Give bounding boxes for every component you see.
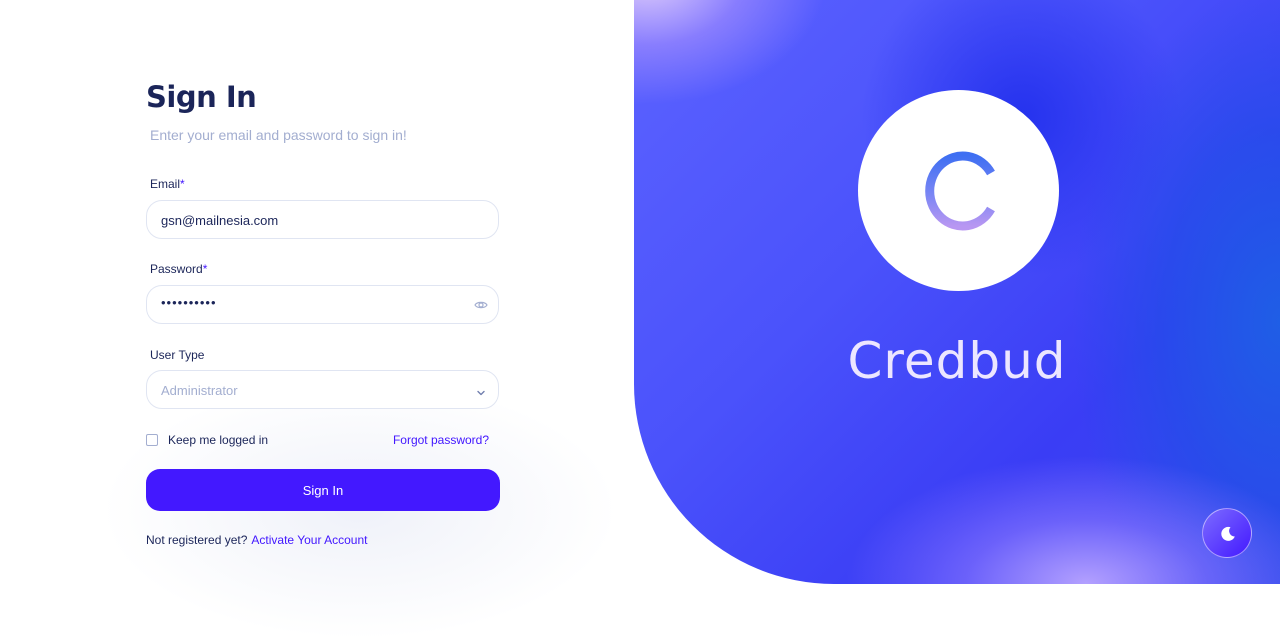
chevron-down-icon [476, 385, 486, 396]
email-label-text: Email [150, 177, 181, 191]
forgot-password-link[interactable]: Forgot password? [393, 433, 489, 447]
theme-toggle-button[interactable] [1202, 508, 1252, 558]
user-type-label: User Type [150, 348, 205, 362]
moon-icon [1221, 526, 1235, 541]
password-label-text: Password [150, 262, 203, 276]
brand-logo [858, 90, 1059, 291]
user-type-select[interactable]: Administrator [146, 370, 499, 409]
required-mark: * [202, 262, 208, 276]
keep-logged-in-checkbox[interactable] [146, 434, 158, 446]
user-type-value: Administrator [161, 383, 238, 398]
keep-logged-in[interactable]: Keep me logged in [146, 433, 268, 447]
register-prompt: Not registered yet? Activate Your Account [146, 533, 367, 547]
eye-icon[interactable] [474, 298, 488, 312]
sign-in-panel: Sign In Enter your email and password to… [0, 0, 634, 640]
email-field[interactable]: gsn@mailnesia.com [146, 200, 499, 239]
keep-logged-in-label[interactable]: Keep me logged in [168, 433, 268, 447]
password-field[interactable]: •••••••••• [146, 285, 499, 324]
password-label: Password* [150, 262, 207, 276]
brand-panel: Credbud [634, 0, 1280, 584]
email-label: Email* [150, 177, 185, 191]
page-subtitle: Enter your email and password to sign in… [150, 127, 407, 143]
sign-in-button[interactable]: Sign In [146, 469, 500, 511]
password-value[interactable]: •••••••••• [161, 295, 217, 310]
email-value[interactable]: gsn@mailnesia.com [161, 213, 278, 228]
page-title: Sign In [146, 80, 257, 114]
activate-account-link[interactable]: Activate Your Account [251, 533, 367, 547]
required-mark: * [180, 177, 185, 191]
register-prompt-text: Not registered yet? [146, 533, 248, 547]
brand-name: Credbud [847, 332, 1067, 390]
